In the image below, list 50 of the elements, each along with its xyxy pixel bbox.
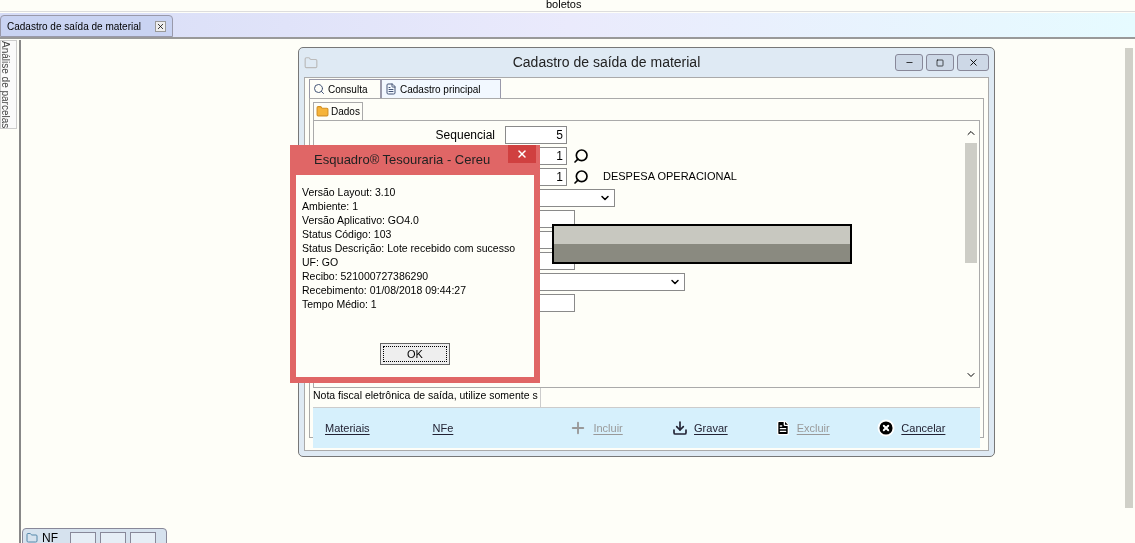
close-icon	[877, 419, 896, 437]
search-icon[interactable]	[573, 168, 589, 185]
document-icon	[385, 83, 397, 95]
search-icon	[313, 83, 325, 95]
tab[interactable]: Cadastro principal	[381, 79, 501, 98]
ok-button[interactable]: OK	[380, 343, 450, 365]
status-text: Nota fiscal eletrônica de saída, utilize somente s	[313, 388, 541, 407]
toolbar-item[interactable]: boletos	[540, 0, 588, 11]
info-line: Versão Aplicativo: GO4.0	[302, 213, 419, 227]
document-icon	[774, 420, 791, 436]
download-icon	[672, 420, 689, 436]
scroll-thumb[interactable]	[964, 143, 977, 263]
maximize-icon	[936, 58, 944, 67]
minimized-title: NF	[42, 532, 58, 543]
restore-button[interactable]	[70, 532, 96, 543]
close-button[interactable]	[508, 145, 536, 163]
folder-icon	[304, 55, 318, 70]
folder-icon	[26, 532, 38, 543]
maximize-button[interactable]	[926, 54, 954, 71]
info-line: Recibo: 521000727386290	[302, 269, 429, 283]
minimize-button[interactable]	[895, 54, 923, 71]
action-button[interactable]: Gravar	[672, 419, 775, 437]
document-tab[interactable]: Cadastro de saída de material	[0, 15, 173, 37]
info-line: Recebimento: 01/08/2018 09:44:27	[302, 283, 467, 297]
tab[interactable]: Dados	[313, 102, 363, 120]
info-line: Ambiente: 1	[302, 199, 359, 213]
info-line: Tempo Médio: 1	[302, 297, 377, 311]
field-label: Sequencial	[435, 126, 495, 144]
tab[interactable]: Consulta	[309, 79, 381, 98]
info-line: Versão Layout: 3.10	[302, 185, 396, 199]
link[interactable]: NFe	[432, 419, 570, 437]
close-button[interactable]	[130, 532, 156, 543]
close-button[interactable]	[957, 54, 989, 71]
action-button[interactable]: Cancelar	[877, 419, 980, 437]
dialog-title: Esquadro® Tesouraria - Cereu	[314, 151, 491, 170]
info-line: UF: GO	[302, 255, 339, 269]
close-icon	[516, 148, 528, 160]
close-icon	[967, 57, 979, 68]
field-description: DESPESA OPERACIONAL	[603, 169, 737, 185]
search-icon[interactable]	[573, 147, 589, 164]
side-tab[interactable]: Análise de parcelas	[0, 40, 17, 130]
link[interactable]: Materiais	[325, 419, 433, 437]
window-title: Cadastro de saída de material	[511, 53, 702, 72]
info-line: Status Código: 103	[302, 227, 392, 241]
info-line: Status Descrição: Lote recebido com sucesso	[302, 241, 516, 255]
folder-icon	[316, 105, 329, 118]
close-icon[interactable]	[154, 20, 166, 32]
scrollbar[interactable]	[1125, 48, 1133, 508]
input-field[interactable]: 5	[505, 125, 567, 144]
maximize-button[interactable]	[100, 532, 126, 543]
